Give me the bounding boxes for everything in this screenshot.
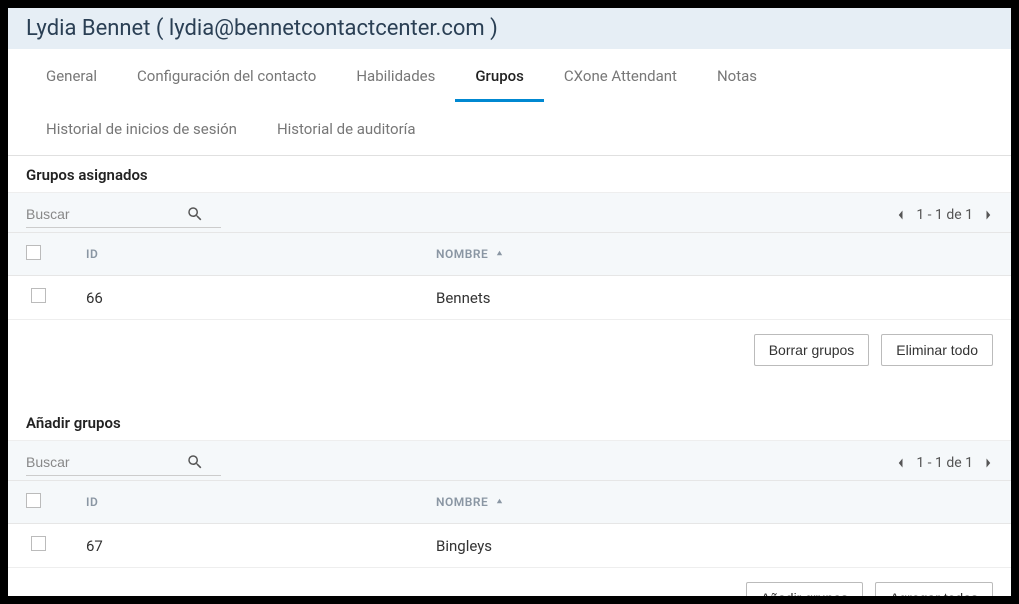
assigned-actions: Borrar grupos Eliminar todo — [8, 320, 1011, 386]
add-col-name-label: NOMBRE — [436, 495, 488, 509]
sort-asc-icon — [495, 495, 504, 509]
table-row[interactable]: 66 Bennets — [8, 276, 1011, 320]
clear-groups-button[interactable]: Borrar grupos — [754, 334, 870, 366]
add-toolbar: 1 - 1 de 1 — [8, 441, 1011, 480]
add-table: ID NOMBRE 67 Bingleys — [8, 480, 1011, 568]
add-search-wrap — [26, 449, 221, 476]
add-pager-text: 1 - 1 de 1 — [916, 455, 973, 471]
assigned-search-input[interactable] — [26, 206, 186, 222]
chevron-left-icon[interactable] — [896, 209, 906, 221]
tab-general[interactable]: General — [26, 49, 117, 102]
assigned-search-wrap — [26, 201, 221, 228]
add-pager: 1 - 1 de 1 — [896, 455, 993, 471]
assigned-col-name-label: NOMBRE — [436, 247, 488, 261]
tab-notes[interactable]: Notas — [697, 49, 777, 102]
remove-all-button[interactable]: Eliminar todo — [881, 334, 993, 366]
tab-attendant[interactable]: CXone Attendant — [544, 49, 697, 102]
window: Lydia Bennet ( lydia@bennetcontactcenter… — [8, 8, 1011, 596]
tab-bar: General Configuración del contacto Habil… — [8, 49, 1011, 156]
chevron-left-icon[interactable] — [896, 457, 906, 469]
cell-id: 66 — [68, 276, 418, 320]
divider — [8, 386, 1011, 404]
chevron-right-icon[interactable] — [983, 457, 993, 469]
chevron-right-icon[interactable] — [983, 209, 993, 221]
tab-login-history[interactable]: Historial de inicios de sesión — [26, 102, 257, 155]
sort-asc-icon — [495, 247, 504, 261]
assigned-pager-text: 1 - 1 de 1 — [916, 207, 973, 223]
assigned-col-id[interactable]: ID — [68, 233, 418, 276]
add-select-all-checkbox[interactable] — [26, 493, 41, 508]
assigned-toolbar: 1 - 1 de 1 — [8, 193, 1011, 232]
add-col-name[interactable]: NOMBRE — [418, 481, 1011, 524]
row-checkbox[interactable] — [31, 536, 46, 551]
cell-name: Bingleys — [418, 524, 1011, 568]
tab-audit-history[interactable]: Historial de auditoría — [257, 102, 436, 155]
add-groups-button[interactable]: Añadir grupos — [746, 582, 863, 596]
add-search-input[interactable] — [26, 454, 186, 470]
cell-id: 67 — [68, 524, 418, 568]
cell-name: Bennets — [418, 276, 1011, 320]
assigned-table: ID NOMBRE 66 Bennets — [8, 232, 1011, 320]
search-icon[interactable] — [186, 453, 204, 471]
row-checkbox[interactable] — [31, 288, 46, 303]
assigned-pager: 1 - 1 de 1 — [896, 207, 993, 223]
search-icon[interactable] — [186, 205, 204, 223]
assigned-select-all-checkbox[interactable] — [26, 245, 41, 260]
tab-groups[interactable]: Grupos — [455, 49, 544, 102]
tab-skills[interactable]: Habilidades — [336, 49, 455, 102]
add-col-id[interactable]: ID — [68, 481, 418, 524]
page-title: Lydia Bennet ( lydia@bennetcontactcenter… — [8, 8, 1011, 49]
assigned-heading: Grupos asignados — [8, 156, 1011, 193]
add-heading: Añadir grupos — [8, 404, 1011, 441]
add-all-button[interactable]: Agregar todos — [875, 582, 993, 596]
add-actions: Añadir grupos Agregar todos — [8, 568, 1011, 596]
table-row[interactable]: 67 Bingleys — [8, 524, 1011, 568]
assigned-col-name[interactable]: NOMBRE — [418, 233, 1011, 276]
tab-contact-config[interactable]: Configuración del contacto — [117, 49, 336, 102]
